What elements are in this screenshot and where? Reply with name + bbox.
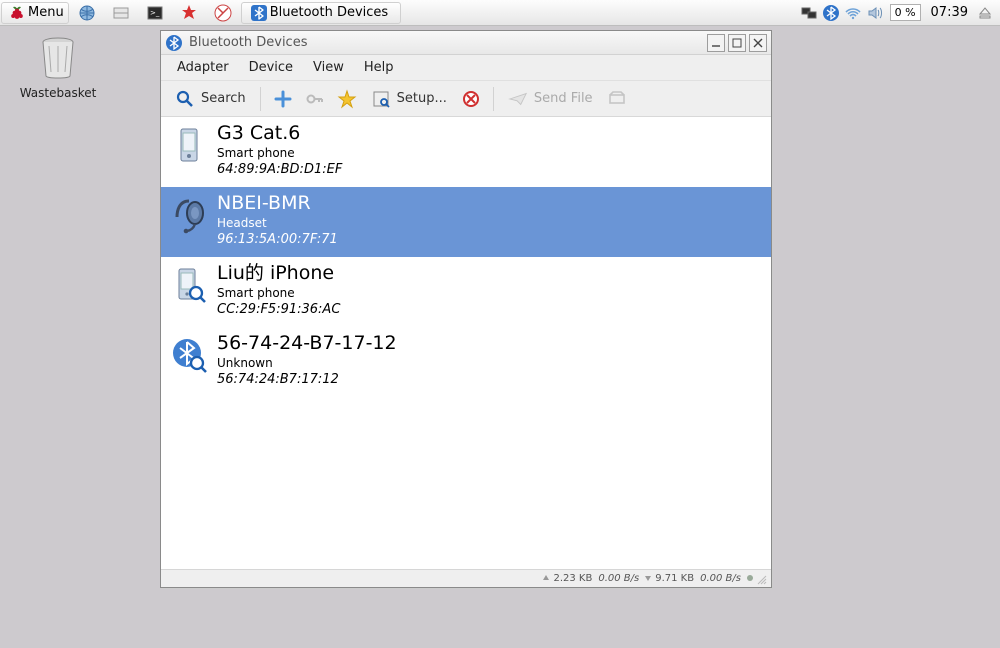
- volume-tray-icon[interactable]: [866, 4, 884, 22]
- toolbar-search-button[interactable]: Search: [167, 85, 254, 113]
- panel-launcher-fox[interactable]: [207, 2, 239, 24]
- status-dot-icon: [745, 573, 755, 584]
- toolbar-sendfile-label: Send File: [534, 91, 593, 106]
- plus-icon: [273, 89, 293, 109]
- toolbar-separator: [260, 87, 261, 111]
- taskbar-app-bluetooth[interactable]: Bluetooth Devices: [241, 2, 401, 24]
- desktop-icon-wastebasket[interactable]: Wastebasket: [18, 34, 98, 100]
- device-address: CC:29:F5:91:36:AC: [217, 302, 340, 317]
- remove-icon: [461, 89, 481, 109]
- terminal-icon: >_: [146, 4, 164, 22]
- device-row[interactable]: NBEI-BMR Headset 96:13:5A:00:7F:71: [161, 187, 771, 257]
- toolbar-setup-button[interactable]: Setup...: [363, 85, 455, 113]
- device-type: Headset: [217, 216, 338, 230]
- taskbar-app-label: Bluetooth Devices: [270, 5, 388, 20]
- toolbar-key-button[interactable]: [299, 85, 331, 113]
- smartphone-icon: [169, 125, 209, 165]
- device-row[interactable]: G3 Cat.6 Smart phone 64:89:9A:BD:D1:EF: [161, 117, 771, 187]
- clock[interactable]: 07:39: [925, 5, 974, 20]
- window-minimize-button[interactable]: [707, 34, 725, 52]
- window-bluetooth-devices: Bluetooth Devices Adapter Device View He…: [160, 30, 772, 588]
- device-address: 64:89:9A:BD:D1:EF: [217, 162, 342, 177]
- device-type: Smart phone: [217, 286, 340, 300]
- device-type: Smart phone: [217, 146, 342, 160]
- panel-launcher-terminal[interactable]: >_: [139, 2, 171, 24]
- device-name: 56-74-24-B7-17-12: [217, 333, 397, 354]
- menu-device[interactable]: Device: [239, 57, 303, 78]
- key-icon: [305, 89, 325, 109]
- globe-icon: [78, 4, 96, 22]
- menu-help[interactable]: Help: [354, 57, 404, 78]
- search-icon: [175, 89, 195, 109]
- window-statusbar: 2.23 KB 0.00 B/s 9.71 KB 0.00 B/s: [161, 569, 771, 587]
- device-row[interactable]: Liu的 iPhone Smart phone CC:29:F5:91:36:A…: [161, 257, 771, 327]
- device-address: 56:74:24:B7:17:12: [217, 372, 397, 387]
- device-name: Liu的 iPhone: [217, 263, 340, 284]
- toolbar-browse-button[interactable]: [601, 85, 633, 113]
- toolbar-trust-button[interactable]: [331, 85, 363, 113]
- window-menubar: Adapter Device View Help: [161, 55, 771, 81]
- panel-launcher-browser[interactable]: [71, 2, 103, 24]
- window-toolbar: Search Setup...: [161, 81, 771, 117]
- star-icon: [337, 89, 357, 109]
- headset-icon: [169, 195, 209, 235]
- window-close-button[interactable]: [749, 34, 767, 52]
- toolbar-remove-button[interactable]: [455, 85, 487, 113]
- network-tray-icon[interactable]: [800, 4, 818, 22]
- browse-icon: [607, 89, 627, 109]
- send-icon: [508, 89, 528, 109]
- device-address: 96:13:5A:00:7F:71: [217, 232, 338, 247]
- status-down-kb: 9.71 KB: [655, 573, 694, 584]
- eject-tray-icon[interactable]: [976, 4, 994, 22]
- menu-view[interactable]: View: [303, 57, 354, 78]
- panel-menu-label: Menu: [28, 5, 64, 20]
- status-down-rate: 0.00 B/s: [700, 573, 741, 584]
- toolbar-add-button[interactable]: [267, 85, 299, 113]
- arrow-up-icon: [541, 573, 551, 584]
- status-grip-icon: [755, 573, 767, 585]
- device-type: Unknown: [217, 356, 397, 370]
- fox-icon: [214, 4, 232, 22]
- panel-launcher-files[interactable]: [105, 2, 137, 24]
- svg-text:>_: >_: [150, 9, 160, 17]
- bluetooth-search-icon: [169, 335, 209, 375]
- star-burst-icon: [180, 4, 198, 22]
- file-manager-icon: [112, 4, 130, 22]
- window-maximize-button[interactable]: [728, 34, 746, 52]
- setup-icon: [371, 89, 391, 109]
- toolbar-sendfile-button[interactable]: Send File: [500, 85, 601, 113]
- window-title: Bluetooth Devices: [189, 35, 704, 50]
- window-titlebar[interactable]: Bluetooth Devices: [161, 31, 771, 55]
- arrow-down-icon: [643, 573, 653, 584]
- menu-adapter[interactable]: Adapter: [167, 57, 239, 78]
- status-up-rate: 0.00 B/s: [598, 573, 639, 584]
- taskbar-tray: 0 % 07:39: [798, 4, 1000, 22]
- smartphone-search-icon: [169, 265, 209, 305]
- cpu-meter[interactable]: 0 %: [890, 4, 921, 21]
- trash-icon: [37, 69, 79, 84]
- bluetooth-tray-icon[interactable]: [822, 4, 840, 22]
- device-name: NBEI-BMR: [217, 193, 338, 214]
- toolbar-setup-label: Setup...: [397, 91, 447, 106]
- panel-menu-button[interactable]: Menu: [1, 2, 69, 24]
- panel-launcher-star[interactable]: [173, 2, 205, 24]
- wifi-tray-icon[interactable]: [844, 4, 862, 22]
- status-up-kb: 2.23 KB: [553, 573, 592, 584]
- raspberry-icon: [8, 4, 26, 22]
- device-row[interactable]: 56-74-24-B7-17-12 Unknown 56:74:24:B7:17…: [161, 327, 771, 397]
- taskbar: Menu >_ Bluetooth Devices: [0, 0, 1000, 26]
- device-list[interactable]: G3 Cat.6 Smart phone 64:89:9A:BD:D1:EF N…: [161, 117, 771, 569]
- toolbar-separator: [493, 87, 494, 111]
- bluetooth-icon: [250, 4, 268, 22]
- device-name: G3 Cat.6: [217, 123, 342, 144]
- desktop-icon-label: Wastebasket: [18, 86, 98, 100]
- toolbar-search-label: Search: [201, 91, 246, 106]
- bluetooth-icon: [165, 34, 183, 52]
